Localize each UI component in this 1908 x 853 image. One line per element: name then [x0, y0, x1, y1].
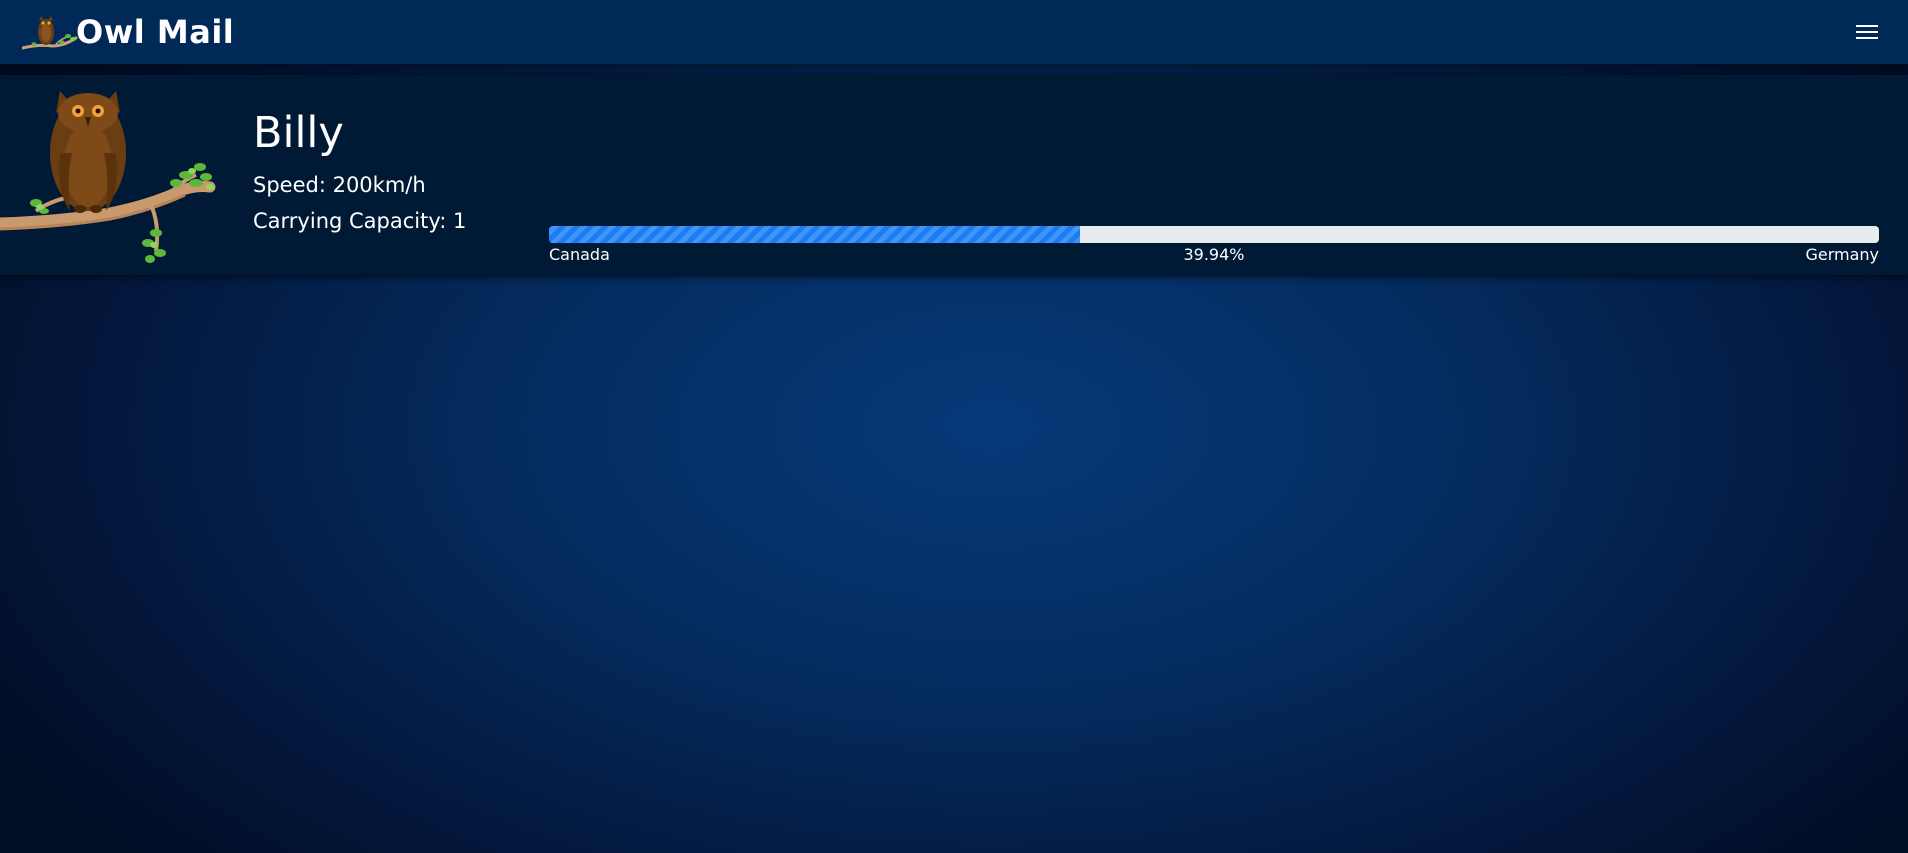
owl-name: Billy: [253, 108, 344, 158]
owl-on-branch-illustration: [0, 91, 216, 263]
journey-destination: Germany: [1805, 245, 1879, 264]
hamburger-menu-icon: [1856, 25, 1878, 39]
owl-speed: Speed: 200km/h: [253, 173, 426, 197]
hamburger-menu-button[interactable]: [1852, 17, 1882, 47]
journey-progress-percent: 39.94%: [1183, 245, 1245, 264]
journey-progress-bar: [549, 226, 1879, 243]
owl-card[interactable]: Billy Speed: 200km/h Carrying Capacity: …: [0, 75, 1908, 275]
owl-logo-icon: [22, 16, 78, 50]
owl-carrying-capacity: Carrying Capacity: 1: [253, 209, 467, 233]
journey-route-labels: Canada 39.94% Germany: [549, 245, 1879, 267]
brand-link[interactable]: Owl Mail: [22, 8, 234, 56]
journey-progress-fill: [549, 226, 1081, 243]
navbar: Owl Mail: [0, 0, 1908, 64]
app-title: Owl Mail: [76, 13, 235, 51]
